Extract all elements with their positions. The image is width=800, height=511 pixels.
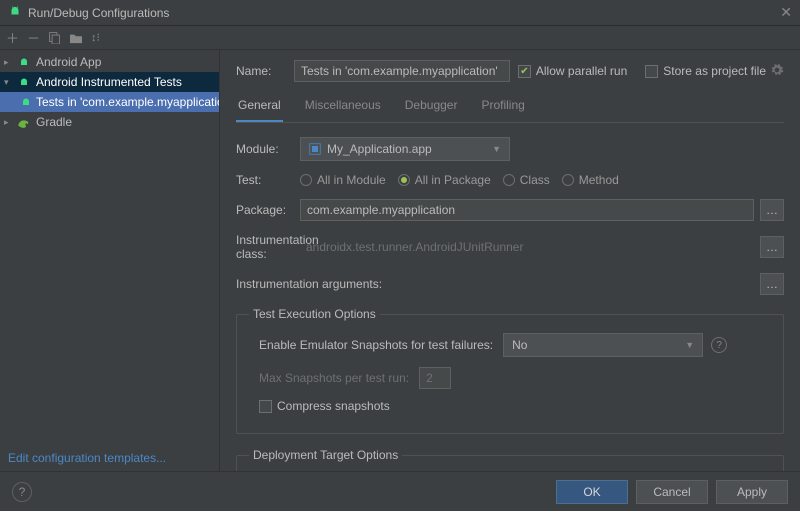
config-content: Name: ✔ Allow parallel run Store as proj… bbox=[220, 50, 800, 471]
edit-templates-link[interactable]: Edit configuration templates... bbox=[0, 445, 219, 471]
tab-general[interactable]: General bbox=[236, 92, 283, 122]
instrumentation-class-value: androidx.test.runner.AndroidJUnitRunner bbox=[300, 240, 754, 254]
tree-label: Android App bbox=[36, 55, 101, 69]
max-snapshots-input[interactable] bbox=[419, 367, 451, 389]
enable-snapshots-value: No bbox=[512, 338, 527, 352]
close-icon[interactable]: ✕ bbox=[780, 4, 792, 21]
titlebar: Run/Debug Configurations ✕ bbox=[0, 0, 800, 26]
tab-profiling[interactable]: Profiling bbox=[479, 92, 526, 122]
tree-label: Android Instrumented Tests bbox=[36, 75, 182, 89]
tree-label: Tests in 'com.example.myapplication' bbox=[36, 95, 219, 109]
browse-package-button[interactable]: … bbox=[760, 199, 784, 221]
module-value: My_Application.app bbox=[327, 142, 432, 156]
radio-class[interactable]: Class bbox=[503, 173, 550, 187]
config-toolbar: ＋ － ↕⁝ bbox=[0, 26, 800, 50]
help-icon[interactable]: ? bbox=[711, 337, 727, 353]
android-icon bbox=[16, 74, 32, 90]
tree-gradle[interactable]: ▸ Gradle bbox=[0, 112, 219, 132]
module-label: Module: bbox=[236, 142, 300, 156]
compress-snapshots-checkbox[interactable]: Compress snapshots bbox=[259, 399, 390, 413]
radio-all-in-module[interactable]: All in Module bbox=[300, 173, 386, 187]
copy-icon[interactable] bbox=[48, 31, 61, 44]
remove-icon[interactable]: － bbox=[27, 28, 40, 47]
dialog-footer: ? OK Cancel Apply bbox=[0, 471, 800, 511]
expand-icon[interactable]: ↕⁝ bbox=[91, 31, 100, 44]
edit-inst-args-button[interactable]: … bbox=[760, 273, 784, 295]
window-title: Run/Debug Configurations bbox=[28, 6, 780, 20]
tab-miscellaneous[interactable]: Miscellaneous bbox=[303, 92, 383, 122]
chevron-down-icon: ▼ bbox=[482, 144, 501, 154]
tree-label: Gradle bbox=[36, 115, 72, 129]
chevron-right-icon: ▸ bbox=[4, 57, 16, 68]
module-select[interactable]: My_Application.app ▼ bbox=[300, 137, 510, 161]
module-icon bbox=[309, 143, 321, 155]
folder-icon[interactable] bbox=[69, 32, 83, 44]
config-tree: ▸ Android App ▾ Android Instrumented Tes… bbox=[0, 52, 219, 445]
radio-method[interactable]: Method bbox=[562, 173, 619, 187]
android-icon bbox=[20, 94, 32, 110]
enable-snapshots-label: Enable Emulator Snapshots for test failu… bbox=[259, 338, 493, 352]
checkbox-icon bbox=[259, 400, 272, 413]
chevron-down-icon: ▼ bbox=[675, 340, 694, 350]
chevron-right-icon: ▸ bbox=[4, 117, 16, 128]
browse-inst-class-button[interactable]: … bbox=[760, 236, 784, 258]
tree-android-instrumented[interactable]: ▾ Android Instrumented Tests bbox=[0, 72, 219, 92]
apply-button[interactable]: Apply bbox=[716, 480, 788, 504]
test-execution-legend: Test Execution Options bbox=[249, 307, 380, 321]
allow-parallel-checkbox[interactable]: ✔ Allow parallel run bbox=[518, 64, 627, 78]
store-project-checkbox[interactable]: Store as project file bbox=[645, 64, 766, 78]
cancel-button[interactable]: Cancel bbox=[636, 480, 708, 504]
test-execution-fieldset: Test Execution Options Enable Emulator S… bbox=[236, 307, 784, 434]
test-label: Test: bbox=[236, 173, 300, 187]
store-project-label: Store as project file bbox=[663, 64, 766, 78]
tree-android-app[interactable]: ▸ Android App bbox=[0, 52, 219, 72]
instrumentation-class-label: Instrumentation class: bbox=[236, 233, 300, 261]
add-icon[interactable]: ＋ bbox=[6, 28, 19, 47]
checkbox-checked-icon: ✔ bbox=[518, 65, 531, 78]
name-input[interactable] bbox=[294, 60, 510, 82]
compress-snapshots-label: Compress snapshots bbox=[277, 399, 390, 413]
deployment-target-fieldset: Deployment Target Options Target: Use th… bbox=[236, 448, 784, 471]
gradle-icon bbox=[16, 114, 32, 130]
package-input[interactable] bbox=[300, 199, 754, 221]
max-snapshots-label: Max Snapshots per test run: bbox=[259, 371, 409, 385]
package-label: Package: bbox=[236, 203, 300, 217]
gear-icon[interactable] bbox=[770, 63, 784, 80]
allow-parallel-label: Allow parallel run bbox=[536, 64, 627, 78]
instrumentation-args-label: Instrumentation arguments: bbox=[236, 277, 386, 291]
enable-snapshots-select[interactable]: No ▼ bbox=[503, 333, 703, 357]
tab-debugger[interactable]: Debugger bbox=[403, 92, 460, 122]
android-logo-icon bbox=[8, 4, 22, 21]
tree-tests-item[interactable]: Tests in 'com.example.myapplication' bbox=[0, 92, 219, 112]
radio-all-in-package[interactable]: All in Package bbox=[398, 173, 491, 187]
config-tabs: General Miscellaneous Debugger Profiling bbox=[236, 92, 784, 123]
checkbox-icon bbox=[645, 65, 658, 78]
deployment-target-legend: Deployment Target Options bbox=[249, 448, 402, 462]
test-radio-group: All in Module All in Package Class Metho… bbox=[300, 173, 619, 187]
chevron-down-icon: ▾ bbox=[4, 77, 16, 88]
ok-button[interactable]: OK bbox=[556, 480, 628, 504]
name-label: Name: bbox=[236, 64, 294, 78]
config-sidebar: ▸ Android App ▾ Android Instrumented Tes… bbox=[0, 50, 220, 471]
android-icon bbox=[16, 54, 32, 70]
help-button[interactable]: ? bbox=[12, 482, 32, 502]
